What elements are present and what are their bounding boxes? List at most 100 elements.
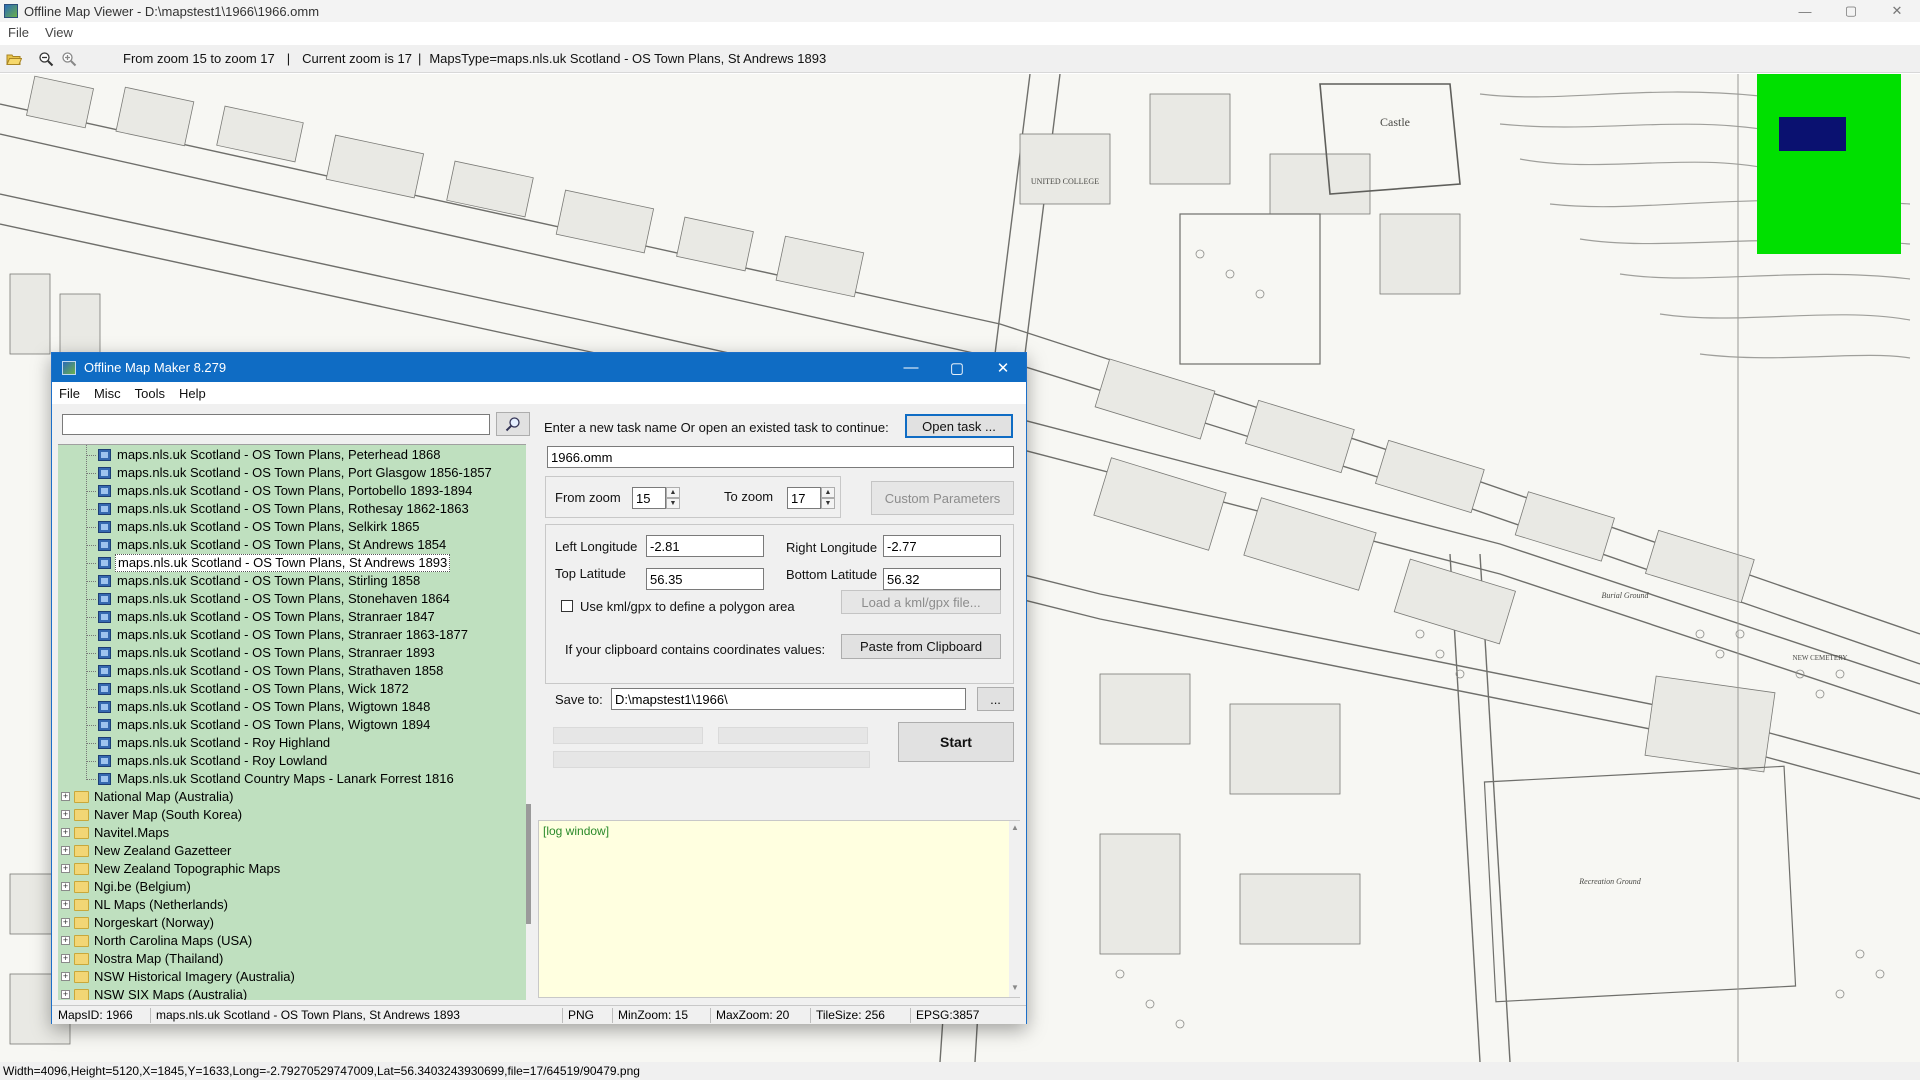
expand-icon[interactable]: + — [61, 990, 70, 999]
minimize-button[interactable]: — — [1782, 0, 1828, 22]
maker-menu-help[interactable]: Help — [172, 386, 213, 401]
map-search-input[interactable] — [62, 414, 490, 435]
scroll-up-icon[interactable]: ▲ — [1011, 823, 1019, 832]
overview-viewport-rect[interactable] — [1779, 117, 1846, 151]
maker-titlebar[interactable]: Offline Map Maker 8.279 — ▢ ✕ — [52, 353, 1026, 382]
zoom-in-icon[interactable] — [60, 50, 78, 68]
tree-folder-item[interactable]: + North Carolina Maps (USA) — [58, 932, 526, 950]
tree-folder-item[interactable]: + Norgeskart (Norway) — [58, 914, 526, 932]
from-zoom-down-icon[interactable]: ▼ — [666, 498, 680, 509]
maker-menu-tools[interactable]: Tools — [128, 386, 172, 401]
tree-branch-line — [86, 707, 96, 708]
to-zoom-input[interactable] — [787, 487, 821, 509]
tree-folder-item[interactable]: + NSW Historical Imagery (Australia) — [58, 968, 526, 986]
tree-map-item[interactable]: maps.nls.uk Scotland - OS Town Plans, Se… — [58, 518, 526, 536]
bottom-latitude-input[interactable] — [883, 568, 1001, 590]
expand-icon[interactable]: + — [61, 900, 70, 909]
browse-button[interactable]: ... — [977, 687, 1014, 711]
tree-map-item[interactable]: maps.nls.uk Scotland - OS Town Plans, St… — [58, 626, 526, 644]
start-button[interactable]: Start — [898, 722, 1014, 762]
top-latitude-input[interactable] — [646, 568, 764, 590]
expand-icon[interactable]: + — [61, 810, 70, 819]
map-search-button[interactable] — [496, 412, 530, 436]
from-zoom-input[interactable] — [632, 487, 666, 509]
tree-map-item[interactable]: maps.nls.uk Scotland - OS Town Plans, St… — [58, 608, 526, 626]
maker-close-button[interactable]: ✕ — [980, 353, 1026, 382]
right-longitude-label: Right Longitude — [786, 540, 878, 555]
tree-map-item[interactable]: maps.nls.uk Scotland - Roy Highland — [58, 734, 526, 752]
tree-folder-item[interactable]: + New Zealand Gazetteer — [58, 842, 526, 860]
maker-menu-file[interactable]: File — [52, 386, 87, 401]
tree-map-item[interactable]: maps.nls.uk Scotland - OS Town Plans, Pe… — [58, 446, 526, 464]
to-zoom-down-icon[interactable]: ▼ — [821, 498, 835, 509]
log-scrollbar[interactable]: ▲ ▼ — [1009, 821, 1021, 997]
expand-icon[interactable]: + — [61, 936, 70, 945]
expand-icon[interactable]: + — [61, 864, 70, 873]
menu-file[interactable]: File — [0, 25, 37, 40]
scroll-down-icon[interactable]: ▼ — [1011, 983, 1019, 992]
map-source-tree[interactable]: maps.nls.uk Scotland - OS Town Plans, Pe… — [58, 444, 526, 1000]
bottom-latitude-label: Bottom Latitude — [786, 567, 878, 582]
tree-item-label: maps.nls.uk Scotland - OS Town Plans, Po… — [117, 483, 473, 498]
tree-map-item[interactable]: maps.nls.uk Scotland - OS Town Plans, Wi… — [58, 716, 526, 734]
tree-map-item[interactable]: maps.nls.uk Scotland - OS Town Plans, St… — [58, 662, 526, 680]
tree-item-label: maps.nls.uk Scotland - OS Town Plans, Wi… — [117, 717, 431, 732]
tree-folder-item[interactable]: + NL Maps (Netherlands) — [58, 896, 526, 914]
overview-minimap[interactable] — [1757, 74, 1901, 254]
tree-map-item[interactable]: maps.nls.uk Scotland - OS Town Plans, St… — [58, 644, 526, 662]
tree-map-item[interactable]: maps.nls.uk Scotland - OS Town Plans, Ro… — [58, 500, 526, 518]
tree-folder-item[interactable]: + New Zealand Topographic Maps — [58, 860, 526, 878]
close-button[interactable]: ✕ — [1874, 0, 1920, 22]
folder-icon — [74, 845, 89, 857]
tree-folder-item[interactable]: + Nostra Map (Thailand) — [58, 950, 526, 968]
log-window[interactable]: [log window] ▲ ▼ — [538, 820, 1021, 998]
paste-from-clipboard-button[interactable]: Paste from Clipboard — [841, 634, 1001, 659]
tree-map-item[interactable]: Maps.nls.uk Scotland Country Maps - Lana… — [58, 770, 526, 788]
task-name-input[interactable] — [547, 446, 1014, 468]
maker-menu-misc[interactable]: Misc — [87, 386, 128, 401]
tree-branch-line — [86, 545, 96, 546]
tree-folder-item[interactable]: + National Map (Australia) — [58, 788, 526, 806]
tree-folder-item[interactable]: + Naver Map (South Korea) — [58, 806, 526, 824]
tree-map-item[interactable]: maps.nls.uk Scotland - OS Town Plans, St… — [58, 536, 526, 554]
tree-folder-item[interactable]: + Ngi.be (Belgium) — [58, 878, 526, 896]
tree-map-item[interactable]: maps.nls.uk Scotland - OS Town Plans, Po… — [58, 464, 526, 482]
save-to-label: Save to: — [555, 692, 603, 707]
menu-view[interactable]: View — [37, 25, 81, 40]
tree-map-item[interactable]: maps.nls.uk Scotland - Roy Lowland — [58, 752, 526, 770]
zoom-out-icon[interactable] — [37, 50, 55, 68]
custom-parameters-button[interactable]: Custom Parameters — [871, 481, 1014, 515]
save-to-input[interactable] — [611, 688, 966, 710]
maximize-button[interactable]: ▢ — [1828, 0, 1874, 22]
tree-folder-item[interactable]: + Navitel.Maps — [58, 824, 526, 842]
right-longitude-input[interactable] — [883, 535, 1001, 557]
tree-map-item[interactable]: maps.nls.uk Scotland - OS Town Plans, St… — [58, 554, 526, 572]
tree-map-item[interactable]: maps.nls.uk Scotland - OS Town Plans, Wi… — [58, 680, 526, 698]
from-zoom-up-icon[interactable]: ▲ — [666, 487, 680, 498]
expand-icon[interactable]: + — [61, 882, 70, 891]
expand-icon[interactable]: + — [61, 828, 70, 837]
open-folder-icon[interactable] — [5, 50, 23, 68]
tree-branch-line — [86, 581, 96, 582]
tree-scrollbar[interactable] — [526, 444, 531, 1000]
tree-branch-line — [86, 635, 96, 636]
expand-icon[interactable]: + — [61, 846, 70, 855]
expand-icon[interactable]: + — [61, 918, 70, 927]
expand-icon[interactable]: + — [61, 954, 70, 963]
expand-icon[interactable]: + — [61, 972, 70, 981]
tree-folder-item[interactable]: + NSW SIX Maps (Australia) — [58, 986, 526, 1000]
to-zoom-up-icon[interactable]: ▲ — [821, 487, 835, 498]
viewer-title: Offline Map Viewer - D:\mapstest1\1966\1… — [24, 3, 320, 19]
open-task-button[interactable]: Open task ... — [905, 414, 1013, 438]
tree-map-item[interactable]: maps.nls.uk Scotland - OS Town Plans, St… — [58, 572, 526, 590]
use-kml-checkbox[interactable] — [561, 600, 573, 612]
left-longitude-input[interactable] — [646, 535, 764, 557]
expand-icon[interactable]: + — [61, 792, 70, 801]
maker-maximize-button[interactable]: ▢ — [934, 353, 980, 382]
tree-scrollbar-thumb[interactable] — [526, 804, 531, 924]
tree-map-item[interactable]: maps.nls.uk Scotland - OS Town Plans, St… — [58, 590, 526, 608]
tree-map-item[interactable]: maps.nls.uk Scotland - OS Town Plans, Wi… — [58, 698, 526, 716]
tree-map-item[interactable]: maps.nls.uk Scotland - OS Town Plans, Po… — [58, 482, 526, 500]
maker-minimize-button[interactable]: — — [888, 353, 934, 382]
load-kml-button[interactable]: Load a kml/gpx file... — [841, 590, 1001, 614]
